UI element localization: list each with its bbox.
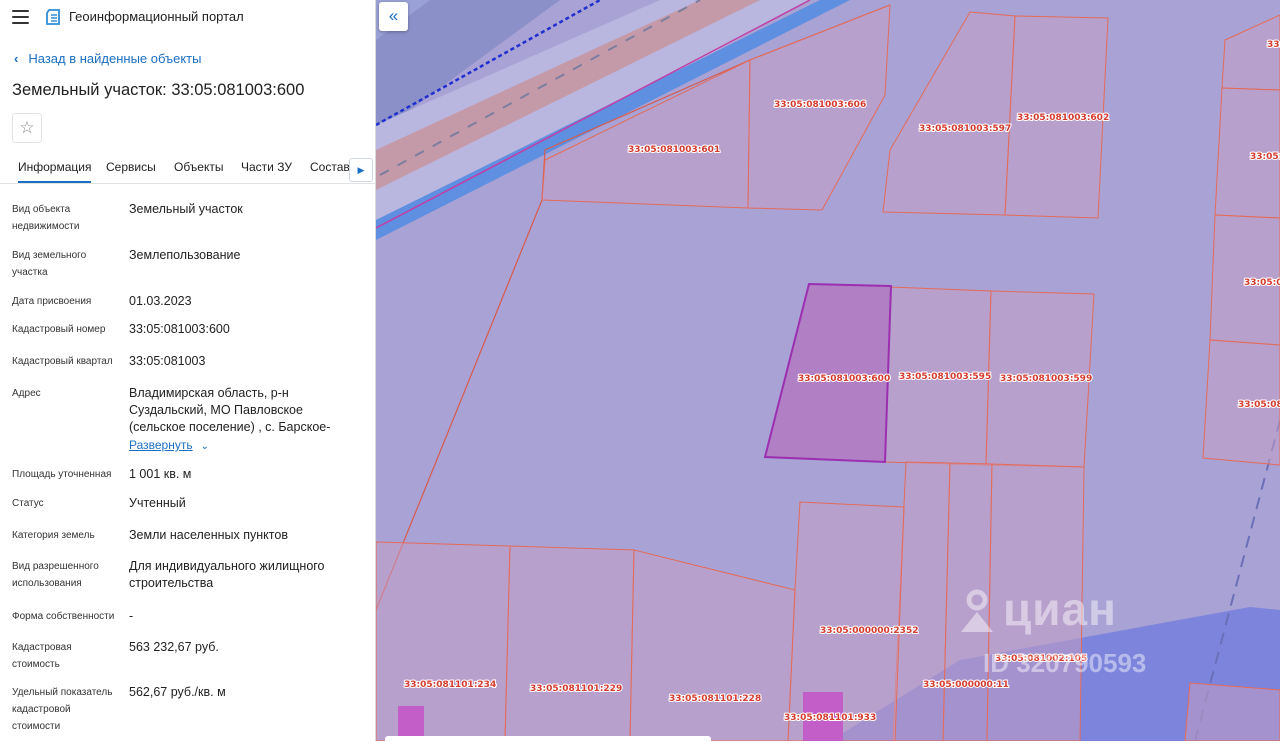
info-sidebar: Геоинформационный портал ‹ Назад в найден…: [0, 0, 376, 741]
field-label: Вид разрешенного использования: [12, 561, 99, 589]
tab-objects[interactable]: Объекты: [174, 160, 224, 174]
field-label: Кадастровый номер: [12, 324, 106, 335]
parcel-234[interactable]: [376, 541, 511, 741]
field-label: Кадастровая стоимость: [12, 642, 72, 670]
field-value: -: [129, 609, 134, 623]
parcel-label: 33:05:081003:599: [1000, 374, 1092, 384]
parcel-label: 33:05:081101:229: [530, 684, 622, 694]
watermark-brand: циан: [1003, 583, 1117, 635]
parcel-label: 33:05:081101:234: [404, 680, 496, 690]
chevron-down-icon[interactable]: ⌄: [201, 441, 209, 452]
field-value: 33:05:081003:600: [129, 322, 230, 336]
field-value: Земельный участок: [129, 202, 243, 216]
field-label: Удельный показатель кадастровой стоимост…: [12, 687, 113, 732]
star-icon: ☆: [19, 118, 35, 137]
expand-address-link[interactable]: Развернуть: [129, 438, 193, 452]
tab-composition[interactable]: Состав: [310, 160, 350, 174]
parcel-right-5[interactable]: [1184, 682, 1280, 741]
parcel-label: 33:05:081: [1238, 400, 1280, 410]
chevron-right-icon: ▶: [357, 165, 365, 175]
parcel-label: 33:05:081003:600: [798, 374, 890, 384]
map-scale-bar: [385, 736, 711, 744]
field-label: Дата присвоения: [12, 296, 92, 307]
tab-info[interactable]: Информация: [18, 160, 92, 183]
tab-bar: Информация Сервисы Объекты Части ЗУ Сост…: [0, 152, 375, 184]
parcel-label: 33:05:081101:228: [669, 694, 761, 704]
parcel-label: 33:05:081003:601: [628, 145, 720, 155]
parcel-label: 33:05:: [1250, 152, 1280, 162]
field-label: Адрес: [12, 388, 41, 399]
parcel-label: 33:05:000000:11: [923, 680, 1009, 690]
back-to-results-link[interactable]: ‹ Назад в найденные объекты: [14, 51, 201, 66]
parcel-label: 33:05:081003:597: [919, 124, 1011, 134]
field-label: Форма собственности: [12, 611, 115, 622]
collapse-sidebar-button[interactable]: «: [379, 2, 408, 31]
app-header: Геоинформационный портал: [0, 0, 375, 34]
parcel-label: 33:05:0: [1244, 278, 1280, 288]
parcel-label: 33:05:081003:602: [1017, 113, 1109, 123]
cadastral-map[interactable]: 33:05:081003:606 33:05:081003:601 33:05:…: [376, 0, 1280, 741]
tab-parcel-parts[interactable]: Части ЗУ: [241, 160, 292, 174]
address-text: Владимирская область, р-н Суздальский, М…: [129, 386, 331, 434]
parcel-label: 33:05: [1267, 40, 1280, 50]
parcel-label: 33:05:081101:933: [784, 713, 876, 723]
map-canvas[interactable]: 33:05:081003:606 33:05:081003:601 33:05:…: [376, 0, 1280, 741]
field-label: Кадастровый квартал: [12, 356, 113, 367]
tab-services[interactable]: Сервисы: [106, 160, 156, 174]
back-link-label: Назад в найденные объекты: [28, 51, 202, 66]
menu-icon[interactable]: [12, 10, 29, 24]
tabs-scroll-right-button[interactable]: ▶: [349, 158, 373, 182]
field-value: 33:05:081003: [129, 354, 206, 368]
field-value: 01.03.2023: [129, 294, 192, 308]
field-label: Статус: [12, 498, 44, 509]
field-label: Вид земельного участка: [12, 250, 87, 278]
field-value: Учтенный: [129, 496, 186, 510]
field-label: Площадь уточненная: [12, 469, 112, 480]
double-chevron-left-icon: «: [388, 6, 399, 25]
field-value: Землепользование: [129, 248, 241, 262]
field-value: 562,67 руб./кв. м: [129, 685, 226, 699]
object-title: Земельный участок: 33:05:081003:600: [12, 81, 305, 99]
parcel-label: 33:05:081003:595: [899, 372, 991, 382]
watermark-pin-icon: [961, 589, 993, 632]
favorite-button[interactable]: ☆: [12, 113, 42, 143]
chevron-left-icon: ‹: [14, 51, 19, 66]
field-label: Вид объекта недвижимости: [12, 204, 80, 232]
field-value: 1 001 кв. м: [129, 467, 192, 481]
app-title: Геоинформационный портал: [69, 9, 244, 24]
field-value: 563 232,67 руб.: [129, 640, 219, 654]
portal-logo-icon: [46, 9, 60, 25]
field-value: Владимирская область, р-н Суздальский, М…: [129, 385, 359, 455]
field-value: Для индивидуального жилищного строительс…: [129, 559, 325, 590]
field-label: Категория земель: [12, 530, 95, 541]
watermark-id: ID 320790593: [983, 648, 1147, 678]
parcel-229[interactable]: [504, 545, 635, 741]
parcel-label: 33:05:000000:2352: [820, 626, 918, 636]
parcel-label: 33:05:081003:606: [774, 100, 866, 110]
field-value: Земли населенных пунктов: [129, 528, 288, 542]
